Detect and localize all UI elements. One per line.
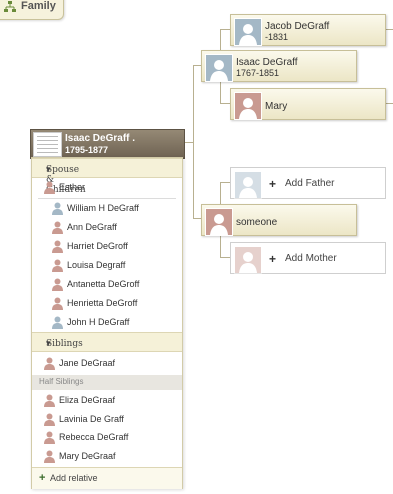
person-card-father[interactable]: Isaac DeGraff 1767-1851 [201,50,357,82]
child-item[interactable]: Antanetta DeGroff [52,276,182,295]
add-father-button[interactable]: + Add Father [230,167,386,199]
relative-name: Antanetta DeGroff [67,279,140,289]
connector-line [193,65,201,66]
focus-person-name: Isaac DeGraff . [65,133,136,144]
connector-line [220,257,230,258]
add-mother-label: Add Mother [285,253,337,264]
relative-name: Ann DeGraff [67,222,117,232]
child-item[interactable]: Louisa Degraff [52,257,182,276]
connector-line [220,29,230,30]
plus-icon: + [269,177,277,191]
relative-name: Lavinia De Graff [59,413,124,424]
relative-name: John H DeGraff [67,317,130,327]
sibling-item[interactable]: Jane DeGraaf [44,355,174,374]
male-silhouette-icon [234,18,262,46]
female-person-icon [44,394,55,407]
child-item[interactable]: Henrietta DeGroff [52,295,182,314]
child-item[interactable]: William H DeGraff [52,200,182,219]
tree-icon [4,1,16,13]
female-person-icon [44,357,55,370]
connector-line [220,182,230,183]
focus-person-card[interactable]: Isaac DeGraff . 1795-1877 [30,129,185,159]
female-silhouette-icon [234,92,262,120]
female-person-icon [52,259,63,272]
connector-line [193,218,201,219]
family-tab[interactable]: Family [0,0,64,20]
section-label: Siblings [46,339,83,349]
male-silhouette-icon [234,171,262,199]
relative-name: Mary DeGraaf [59,450,116,461]
female-person-icon [52,278,63,291]
document-thumbnail-icon [33,132,62,157]
female-person-icon [52,240,63,253]
person-dates: 1767-1851 [236,68,280,78]
relative-name: Eliza DeGraaf [59,395,116,405]
half-siblings-header: Half Siblings [32,375,182,390]
relative-name: Henrietta DeGroff [67,298,138,308]
person-dates: -1831 [265,32,289,42]
male-person-icon [52,202,63,215]
add-father-label: Add Father [285,178,335,189]
relative-name: Jane DeGraaf [59,358,116,368]
add-relative-label: Add relative [50,473,98,483]
spouse-item[interactable]: Esther [44,179,174,198]
person-card-grandmother[interactable]: Mary [230,88,386,120]
male-person-icon [52,316,63,329]
relative-name: Rebecca DeGraff [59,432,129,442]
person-card-grandfather[interactable]: Jacob DeGraff -1831 [230,14,386,46]
female-person-icon [44,431,55,444]
focus-person-dates: 1795-1877 [65,145,109,155]
dropdown-arrow-icon: ▾ [46,339,51,349]
spouse-children-header[interactable]: Spouse & Children ▾ [32,158,182,195]
half-sibling-item[interactable]: Rebecca DeGraff [44,429,174,448]
half-sibling-item[interactable]: Lavinia De Graff [44,411,174,430]
child-item[interactable]: Harriet DeGroff [52,238,182,257]
child-item[interactable]: John H DeGraff [52,314,182,333]
male-silhouette-icon [205,54,233,82]
relative-name: William H DeGraff [67,203,139,213]
connector-line [220,103,230,104]
siblings-header[interactable]: Siblings ▾ [32,332,182,352]
section-label: Half Siblings [39,377,84,386]
add-mother-button[interactable]: + Add Mother [230,242,386,274]
female-person-icon [52,221,63,234]
relatives-panel: Spouse & Children ▾ Esther William H DeG… [31,157,183,489]
female-person-icon [44,181,55,194]
person-card-someone[interactable]: someone [201,204,357,236]
female-person-icon [44,450,55,463]
person-name: Jacob DeGraff [265,21,330,32]
child-item[interactable]: Ann DeGraff [52,219,182,238]
plus-icon: + [39,472,46,484]
person-name: Isaac DeGraff [236,57,298,68]
tab-label: Family [21,0,56,12]
half-sibling-item[interactable]: Eliza DeGraaf [44,392,174,411]
half-sibling-item[interactable]: Mary DeGraaf [44,448,174,467]
relative-name: Esther [59,182,86,192]
female-person-icon [52,297,63,310]
connector-line [193,65,194,218]
female-person-icon [44,413,55,426]
divider [38,198,176,199]
person-name: someone [236,217,278,228]
relative-name: Harriet DeGroff [67,241,128,251]
female-silhouette-icon [234,246,262,274]
dropdown-arrow-icon: ▾ [46,165,51,175]
plus-icon: + [269,252,277,266]
female-silhouette-icon [205,208,233,236]
person-name: Mary [265,101,288,112]
add-relative-button[interactable]: + Add relative [32,467,182,489]
relative-name: Louisa Degraff [67,260,126,270]
